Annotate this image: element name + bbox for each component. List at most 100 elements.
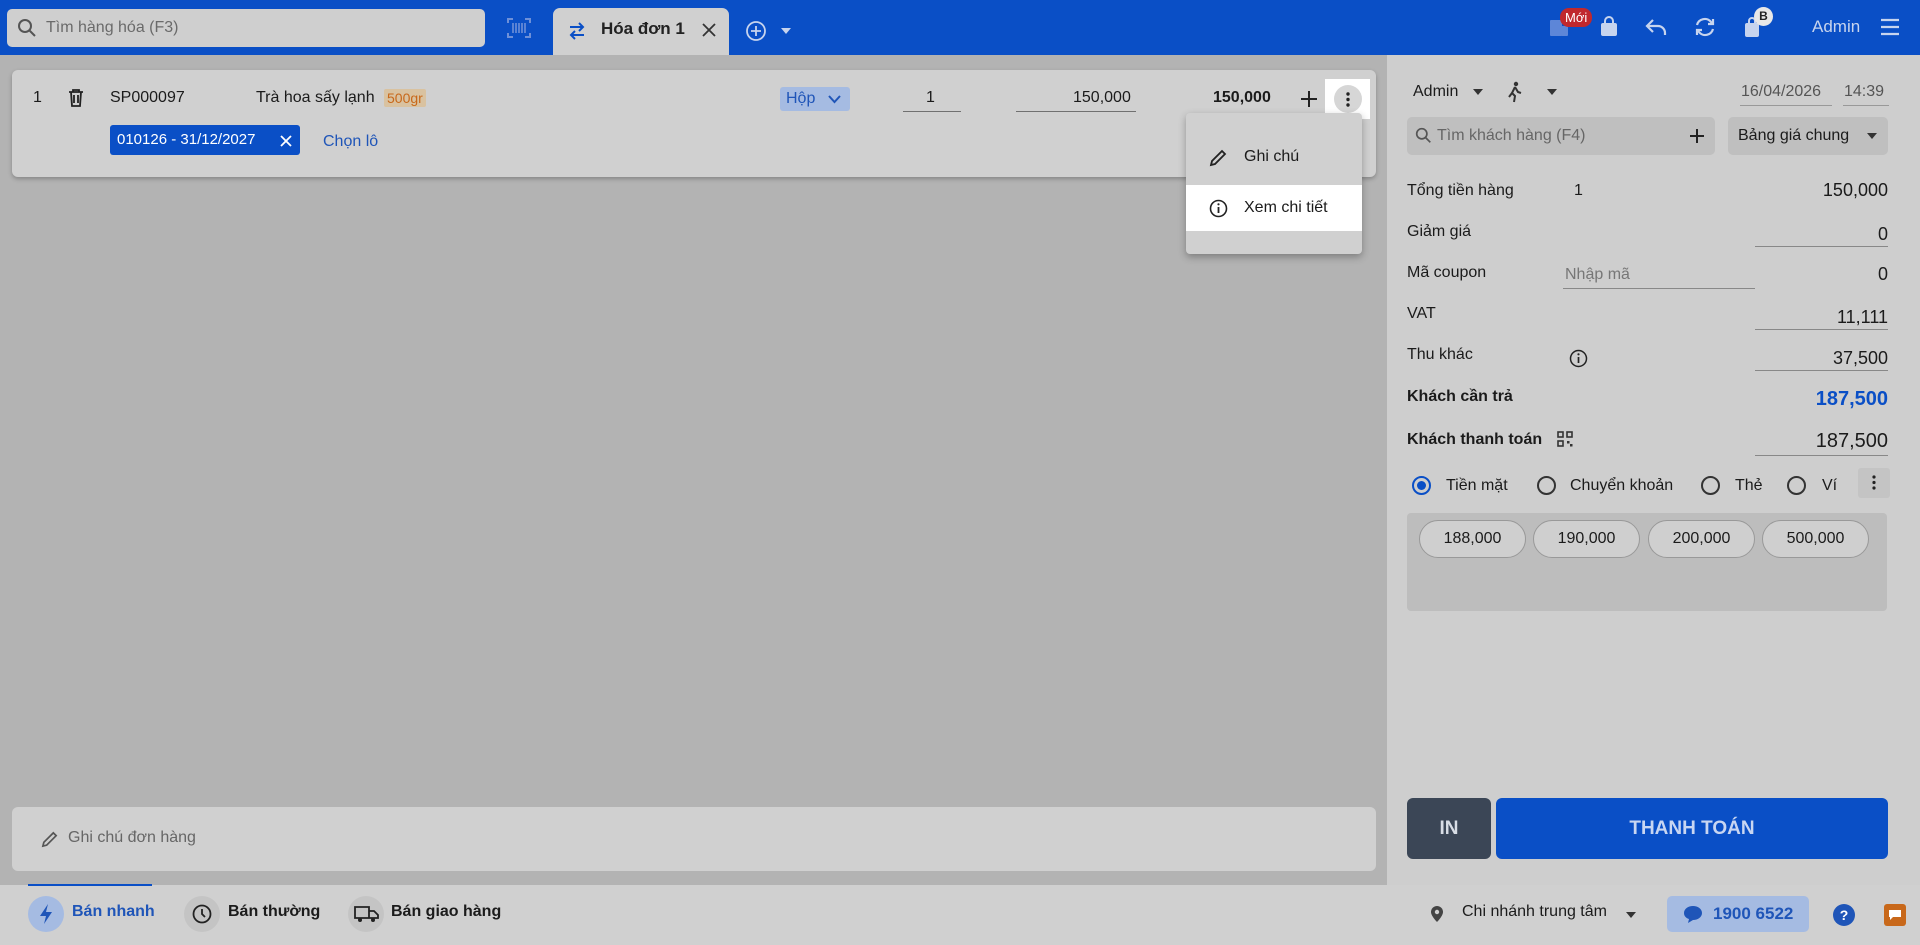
clock-icon <box>192 904 212 924</box>
amount-due-value: 187,500 <box>1815 388 1888 410</box>
truck-icon <box>354 906 379 922</box>
tab-label: Hóa đơn 1 <box>601 19 685 38</box>
order-note-placeholder: Ghi chú đơn hàng <box>68 829 196 846</box>
mode-normal-sale[interactable]: Bán thường <box>228 903 320 921</box>
remove-lot-icon[interactable] <box>280 135 292 147</box>
customer-search-placeholder: Tìm khách hàng (F4) <box>1437 127 1586 144</box>
vat-label: VAT <box>1407 305 1436 322</box>
close-icon[interactable] <box>701 22 717 38</box>
mode-quick-sale[interactable]: Bán nhanh <box>72 903 155 921</box>
new-badge: Mới <box>1560 8 1593 27</box>
seller-select[interactable]: Admin <box>1413 83 1458 101</box>
quick-amount-chip[interactable]: 190,000 <box>1533 520 1640 558</box>
lot-label: 010126 - 31/12/2027 <box>117 131 256 148</box>
barcode-icon[interactable] <box>506 17 532 39</box>
amount-due-label: Khách cần trả <box>1407 388 1513 405</box>
qr-code-icon[interactable] <box>1557 431 1573 447</box>
quick-amount-chip[interactable]: 200,000 <box>1648 520 1755 558</box>
feedback-icon[interactable] <box>1884 904 1906 926</box>
plus-icon[interactable] <box>1300 90 1318 108</box>
method-wallet-label: Ví <box>1822 477 1838 494</box>
method-transfer-label: Chuyển khoản <box>1570 477 1674 494</box>
unit-value: Hộp <box>786 90 816 107</box>
order-note-input[interactable]: Ghi chú đơn hàng <box>12 807 1376 871</box>
return-icon[interactable] <box>1644 17 1668 37</box>
notification-badge: B <box>1754 7 1773 26</box>
info-icon <box>1209 199 1228 218</box>
unit-price-input[interactable]: 150,000 <box>1073 89 1131 107</box>
subtotal-value: 150,000 <box>1822 180 1888 200</box>
method-cash-label: Tiền mặt <box>1446 477 1508 494</box>
mode-delivery-sale[interactable]: Bán giao hàng <box>391 903 501 921</box>
price-book-select[interactable]: Bảng giá chung <box>1728 117 1888 155</box>
hotline-number: 1900 6522 <box>1713 904 1794 923</box>
product-search-input[interactable]: Tìm hàng hóa (F3) <box>7 9 485 47</box>
cart-item-card <box>12 70 1376 177</box>
subtotal-label: Tổng tiền hàng <box>1407 182 1514 199</box>
time-underline <box>1843 105 1889 106</box>
product-search-placeholder: Tìm hàng hóa (F3) <box>46 19 179 36</box>
product-code: SP000097 <box>110 89 185 106</box>
vat-input[interactable]: 11,111 <box>1837 307 1888 328</box>
price-book-value: Bảng giá chung <box>1738 127 1850 144</box>
menu-item-label: Xem chi tiết <box>1244 199 1328 216</box>
radio-cash[interactable] <box>1412 476 1431 495</box>
menu-item-note[interactable]: Ghi chú <box>1186 134 1362 180</box>
tabs-dropdown-icon[interactable] <box>780 27 792 35</box>
unit-select[interactable]: Hộp <box>780 87 850 111</box>
pencil-icon <box>1209 149 1227 167</box>
user-menu[interactable]: Admin <box>1812 17 1860 37</box>
tab-invoice-1[interactable]: Hóa đơn 1 <box>553 8 729 55</box>
radio-card[interactable] <box>1701 476 1720 495</box>
lot-chip[interactable]: 010126 - 31/12/2027 <box>110 125 300 155</box>
hamburger-menu-icon[interactable] <box>1880 18 1900 36</box>
add-tab-icon[interactable] <box>745 20 767 42</box>
shopping-bag-icon[interactable] <box>1598 16 1620 38</box>
subtotal-qty: 1 <box>1574 182 1583 199</box>
lightning-icon <box>40 904 52 924</box>
other-fee-label: Thu khác <box>1407 346 1473 363</box>
active-mode-indicator <box>28 884 152 886</box>
quick-amount-chip[interactable]: 500,000 <box>1762 520 1869 558</box>
line-total: 150,000 <box>1213 89 1271 106</box>
kebab-icon <box>1872 475 1876 490</box>
caret-down-icon[interactable] <box>1546 88 1558 96</box>
invoice-date[interactable]: 16/04/2026 <box>1741 83 1821 101</box>
search-icon <box>1415 127 1431 143</box>
print-button[interactable]: IN <box>1407 798 1491 859</box>
menu-item-label: Ghi chú <box>1244 148 1300 165</box>
paid-underline <box>1755 455 1888 456</box>
other-fee-input[interactable]: 37,500 <box>1833 348 1888 369</box>
truck-icon-wrap <box>348 896 384 932</box>
radio-wallet[interactable] <box>1787 476 1806 495</box>
info-icon[interactable] <box>1569 349 1588 368</box>
add-customer-icon[interactable] <box>1689 128 1705 144</box>
caret-down-icon[interactable] <box>1472 88 1484 96</box>
coupon-input[interactable]: Nhập mã <box>1565 266 1630 284</box>
product-name[interactable]: Trà hoa sấy lạnh <box>256 89 375 107</box>
customer-paid-input[interactable]: 187,500 <box>1816 430 1888 453</box>
discount-input[interactable]: 0 <box>1878 224 1888 245</box>
discount-underline <box>1755 246 1888 247</box>
date-underline <box>1740 105 1832 106</box>
trash-icon[interactable] <box>67 88 85 108</box>
radio-transfer[interactable] <box>1537 476 1556 495</box>
checkout-button[interactable]: THANH TOÁN <box>1496 798 1888 859</box>
help-icon[interactable]: ? <box>1833 904 1855 926</box>
exchange-icon[interactable] <box>1693 16 1717 38</box>
kebab-icon <box>1346 92 1350 107</box>
branch-select[interactable]: Chi nhánh trung tâm <box>1462 903 1607 921</box>
menu-item-view-detail[interactable]: Xem chi tiết <box>1186 185 1362 231</box>
more-options-circle <box>1334 85 1362 113</box>
quick-amount-chip[interactable]: 188,000 <box>1419 520 1526 558</box>
caret-down-icon[interactable] <box>1625 911 1637 919</box>
more-methods-button[interactable] <box>1858 468 1890 498</box>
choose-lot-link[interactable]: Chọn lô <box>323 133 378 151</box>
quantity-input[interactable]: 1 <box>926 89 935 107</box>
search-icon <box>18 19 36 37</box>
customer-search-input[interactable]: Tìm khách hàng (F4) <box>1407 117 1715 155</box>
hotline-button[interactable]: 1900 6522 <box>1667 896 1809 932</box>
invoice-time[interactable]: 14:39 <box>1844 83 1884 101</box>
coupon-label: Mã coupon <box>1407 264 1487 281</box>
walking-person-icon[interactable] <box>1506 81 1524 103</box>
